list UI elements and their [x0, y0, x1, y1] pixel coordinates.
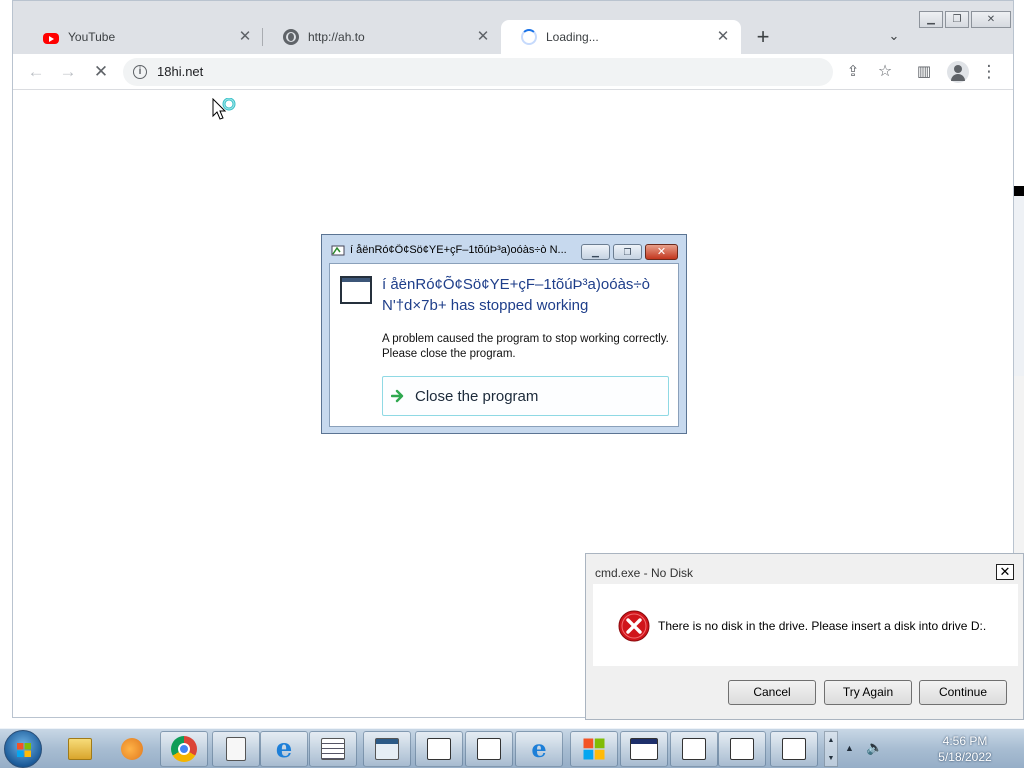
no-disk-title: cmd.exe - No Disk	[595, 566, 694, 580]
windows-logo-icon[interactable]	[570, 731, 618, 767]
folder-icon[interactable]	[465, 731, 513, 767]
no-disk-titlebar[interactable]: cmd.exe - No Disk ✕	[586, 554, 1023, 584]
no-disk-body: There is no disk in the drive. Please in…	[593, 584, 1018, 666]
tab-title: YouTube	[68, 30, 116, 44]
continue-button[interactable]: Continue	[919, 680, 1007, 705]
folder-icon[interactable]	[415, 731, 463, 767]
plus-icon[interactable]: +	[751, 26, 775, 50]
restore-icon[interactable]: ❐	[945, 11, 969, 28]
address-bar[interactable]: i 18hi.net ⇪ ☆	[123, 58, 892, 86]
folder-icon[interactable]	[670, 731, 718, 767]
tab-ah-to[interactable]: http://ah.to ✕	[263, 20, 501, 54]
close-icon[interactable]: ✕	[971, 11, 1011, 28]
globe-icon	[283, 29, 299, 45]
close-the-program-label: Close the program	[415, 388, 539, 405]
windows-flag-icon	[17, 743, 31, 757]
explorer-libraries-icon[interactable]	[56, 731, 104, 767]
window-icon[interactable]	[620, 731, 668, 767]
star-icon[interactable]: ☆	[875, 62, 895, 82]
maximize-icon[interactable]: ❐	[613, 244, 642, 260]
crash-dialog: í åënRó¢Õ¢Sö¢YE+çF–1tõúÞ³a)oóàs÷ò N... ▁…	[321, 234, 687, 434]
close-icon[interactable]: ✕	[996, 564, 1014, 580]
close-tab-icon[interactable]: ✕	[715, 29, 731, 45]
ie-page-icon[interactable]: e	[515, 731, 563, 767]
tab-loading[interactable]: Loading... ✕	[501, 20, 741, 54]
no-disk-message: There is no disk in the drive. Please in…	[658, 619, 987, 633]
windows-start-icon[interactable]	[4, 730, 42, 768]
close-tab-icon[interactable]: ✕	[475, 29, 491, 45]
stop-loading-icon[interactable]: ✕	[91, 62, 111, 82]
crash-heading: í åënRó¢Õ¢Sö¢YE+çF–1tõúÞ³a)oóàs÷ò N'†d×7…	[382, 276, 650, 314]
info-icon[interactable]: i	[133, 65, 147, 79]
close-tab-icon[interactable]: ✕	[237, 29, 253, 45]
app-icon	[331, 245, 345, 256]
tab-strip: YouTube ✕ http://ah.to ✕ Loading... ✕ + …	[13, 1, 1013, 54]
clock-date: 5/18/2022	[938, 750, 992, 764]
share-icon[interactable]: ⇪	[843, 62, 863, 82]
kebab-menu-icon[interactable]: ⋮	[979, 62, 999, 82]
no-disk-dialog: cmd.exe - No Disk ✕ There is no disk in …	[585, 553, 1024, 720]
chevron-down-icon[interactable]: ⌄	[886, 28, 902, 44]
crash-dialog-title: í åënRó¢Õ¢Sö¢YE+çF–1tõúÞ³a)oóàs÷ò N...	[350, 244, 567, 256]
internet-explorer-icon[interactable]: e	[260, 731, 308, 767]
window-controls: ▁ ❐ ✕	[917, 11, 1011, 28]
loading-spinner-icon	[521, 29, 537, 45]
side-panel-icon[interactable]: ▥	[914, 62, 934, 82]
try-again-button[interactable]: Try Again	[824, 680, 912, 705]
program-window-icon	[340, 276, 372, 304]
green-arrow-icon	[391, 389, 404, 403]
arrow-right-icon[interactable]: →	[58, 62, 78, 82]
error-icon	[618, 610, 650, 642]
busy-cursor-icon	[212, 98, 236, 120]
taskbar-scroll-buttons[interactable]: ▲ ▼	[824, 731, 838, 767]
window-icon[interactable]	[363, 731, 411, 767]
crash-dialog-titlebar[interactable]: í åënRó¢Õ¢Sö¢YE+çF–1tõúÞ³a)oóàs÷ò N... ▁…	[322, 235, 686, 263]
notepad-icon[interactable]	[212, 731, 260, 767]
chrome-icon[interactable]	[160, 731, 208, 767]
folder-icon[interactable]	[718, 731, 766, 767]
arrow-left-icon[interactable]: ←	[26, 62, 46, 82]
tab-title: http://ah.to	[308, 30, 365, 44]
system-clock[interactable]: 4:56 PM 5/18/2022	[910, 733, 1020, 765]
taskbar: e e ▲ ▼ ▲ 🔈 4:56 PM 5/18/2022	[0, 728, 1024, 768]
url-text[interactable]: 18hi.net	[157, 64, 203, 79]
triangle-up-icon[interactable]: ▲	[845, 743, 854, 753]
cancel-button[interactable]: Cancel	[728, 680, 816, 705]
clock-time: 4:56 PM	[942, 734, 988, 748]
media-player-icon[interactable]	[108, 731, 156, 767]
youtube-icon	[43, 32, 59, 44]
folder-icon[interactable]	[770, 731, 818, 767]
list-window-icon[interactable]	[309, 731, 357, 767]
close-the-program-button[interactable]: Close the program	[382, 376, 669, 416]
tab-youtube[interactable]: YouTube ✕	[23, 20, 263, 54]
profile-icon[interactable]	[947, 61, 969, 83]
speaker-icon[interactable]: 🔈	[866, 739, 883, 756]
close-icon[interactable]: ✕	[645, 244, 678, 260]
crash-dialog-body: í åënRó¢Õ¢Sö¢YE+çF–1tõúÞ³a)oóàs÷ò N'†d×7…	[329, 263, 679, 427]
crash-message: A problem caused the program to stop wor…	[382, 333, 669, 360]
minimize-icon[interactable]: ▁	[919, 11, 943, 28]
minimize-icon[interactable]: ▁	[581, 244, 610, 260]
tab-title: Loading...	[546, 30, 599, 44]
browser-toolbar: ← → ✕ i 18hi.net ⇪ ☆ ▥ ⋮	[13, 54, 1013, 90]
